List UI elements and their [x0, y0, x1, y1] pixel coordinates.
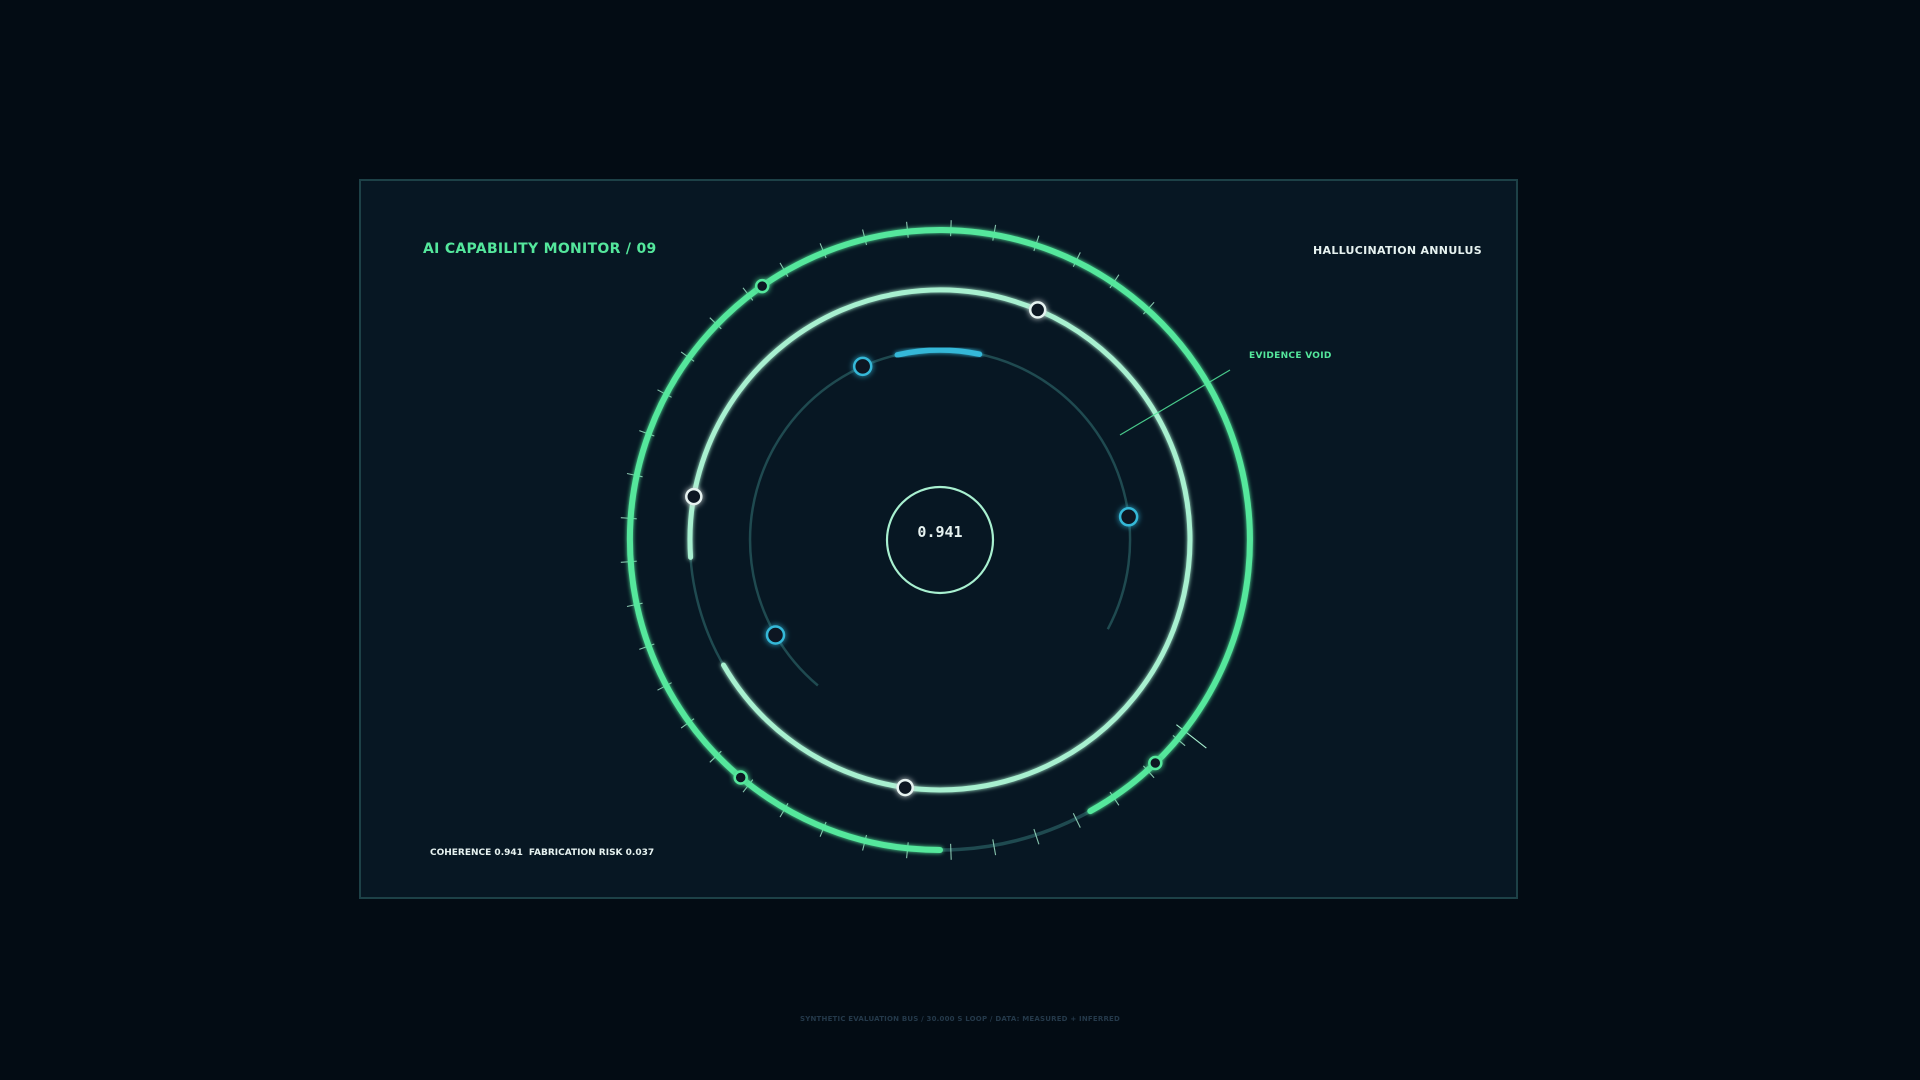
- middle-node: [1028, 301, 1047, 319]
- inner-node: [852, 356, 873, 377]
- evidence-void-label: EVIDENCE VOID: [1249, 351, 1332, 361]
- center-value: 0.941: [917, 523, 963, 541]
- stage: AI CAPABILITY MONITOR / 09 HALLUCINATION…: [0, 0, 1920, 1080]
- outer-node: [754, 278, 770, 294]
- inner-node: [765, 625, 786, 645]
- evidence-arc: [894, 347, 983, 358]
- evidence-void-callout-line: [1119, 369, 1231, 436]
- coherence-readout: COHERENCE 0.941: [430, 848, 523, 858]
- outer-node: [1148, 755, 1163, 771]
- outer-node: [733, 770, 748, 785]
- panel-title: AI CAPABILITY MONITOR / 09: [423, 241, 657, 257]
- inner-node: [1118, 507, 1139, 527]
- inner-ring: [748, 348, 1132, 687]
- scale-tick: [950, 843, 952, 860]
- middle-node: [685, 487, 703, 506]
- readout-bar: COHERENCE 0.941 FABRICATION RISK 0.037: [430, 848, 654, 858]
- panel-subtitle: HALLUCINATION ANNULUS: [1313, 244, 1482, 257]
- fabrication-risk-readout: FABRICATION RISK 0.037: [528, 848, 655, 858]
- footer-caption: SYNTHETIC EVALUATION BUS / 30.000 S LOOP…: [799, 1015, 1121, 1023]
- middle-node: [896, 778, 914, 797]
